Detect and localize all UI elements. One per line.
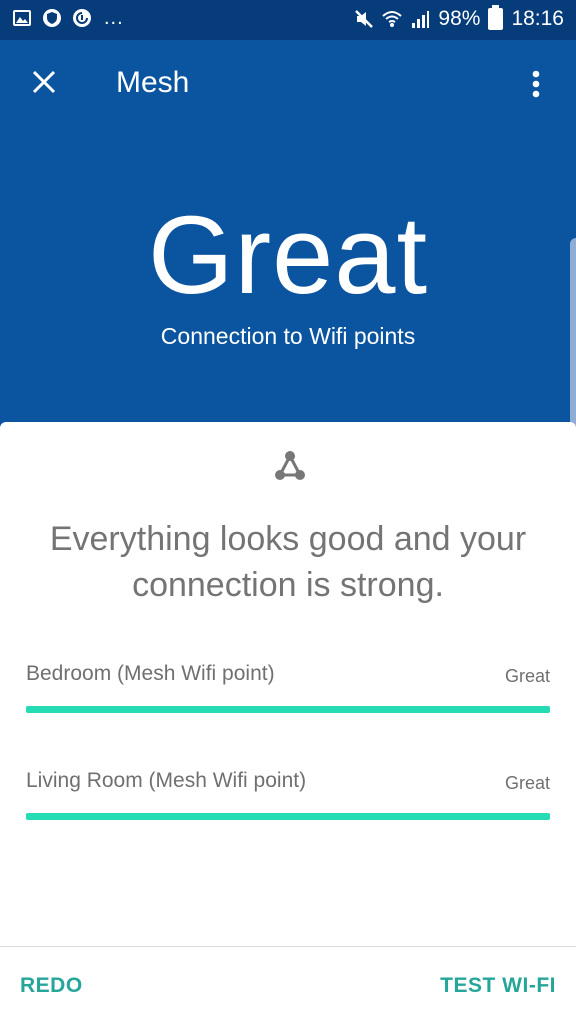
wifi-point-status: Great [504, 773, 550, 793]
signal-icon [410, 9, 430, 29]
more-vert-icon [532, 70, 540, 98]
sync-icon [72, 8, 92, 28]
results-card: Everything looks good and your connectio… [0, 422, 576, 1024]
edge-panel-handle[interactable] [570, 238, 576, 428]
status-bar: ... 98% 18:16 [0, 0, 576, 40]
signal-strength-fill [26, 813, 550, 820]
close-icon [32, 70, 56, 94]
mute-icon [354, 9, 374, 29]
signal-strength-bar [26, 706, 550, 713]
wifi-icon [382, 9, 403, 29]
connection-hero: Great Connection to Wifi points [0, 130, 576, 420]
signal-strength-bar [26, 813, 550, 820]
app-bar: Mesh [0, 40, 576, 130]
overflow-menu-button[interactable] [514, 62, 558, 106]
test-wifi-button[interactable]: TEST WI-FI [440, 974, 556, 998]
wifi-point-label: Bedroom (Mesh Wifi point) [26, 662, 275, 685]
clock: 18:16 [511, 7, 564, 30]
connection-rating: Great [147, 194, 429, 317]
wifi-point-label: Living Room (Mesh Wifi point) [26, 769, 307, 792]
redo-button[interactable]: REDO [20, 974, 83, 998]
shield-icon [42, 8, 62, 28]
more-notifications: ... [104, 7, 124, 29]
summary-text: Everything looks good and your connectio… [49, 520, 527, 604]
battery-percent: 98% [438, 7, 481, 30]
connection-subtitle: Connection to Wifi points [160, 323, 416, 349]
gallery-icon [12, 8, 32, 28]
wifi-point-status: Great [504, 666, 550, 686]
page-title: Mesh [116, 66, 190, 99]
divider [0, 946, 576, 947]
close-button[interactable] [24, 62, 64, 102]
battery-icon [488, 5, 504, 30]
mesh-network-icon [275, 451, 305, 480]
signal-strength-fill [26, 706, 550, 713]
